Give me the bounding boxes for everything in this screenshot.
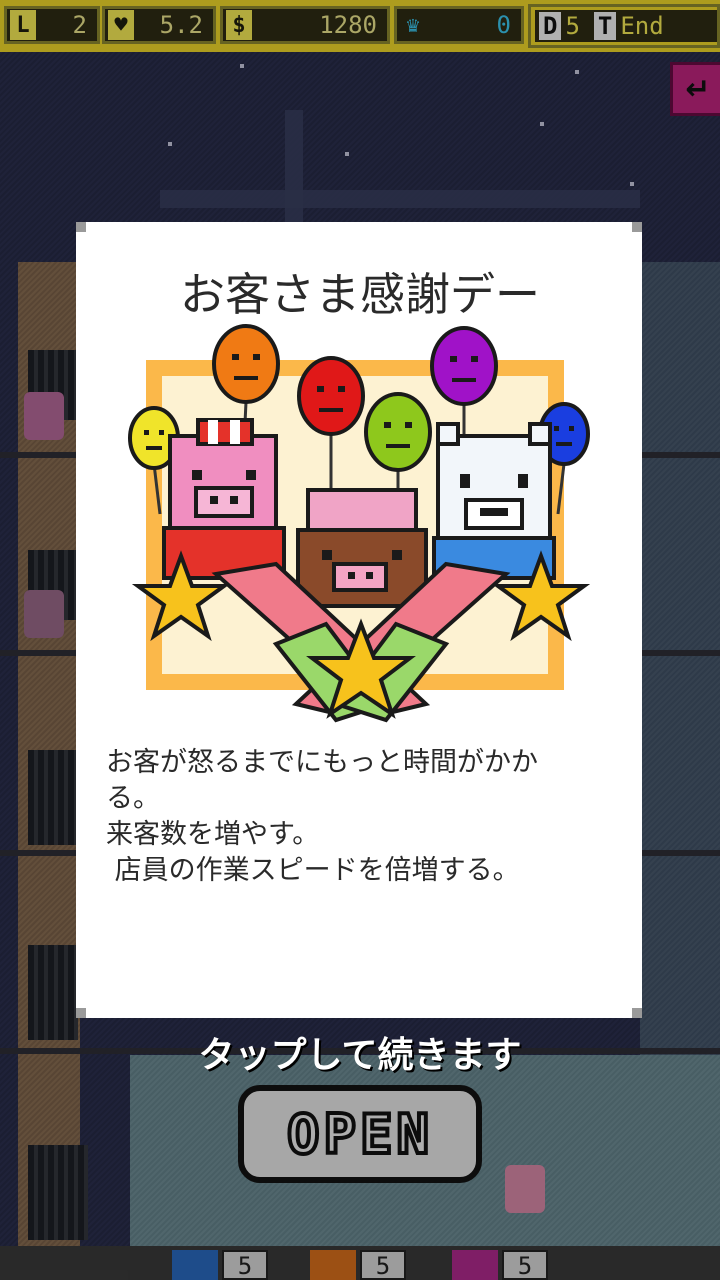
- customer-appreciation-illustration: [128, 324, 591, 723]
- description-line: 来客数を増やす。: [106, 819, 320, 850]
- modal-corner: [76, 1008, 86, 1018]
- white-bear-character: [432, 422, 556, 580]
- description-line: る。: [106, 783, 160, 814]
- description-line: 店員の作業スピードを倍増する。: [106, 855, 520, 886]
- purple-balloon-icon: [430, 326, 498, 406]
- description-line: お客が怒るまでにもっと時間がかか: [106, 747, 538, 778]
- red-balloon-icon: [297, 356, 365, 436]
- modal-corner: [632, 222, 642, 232]
- modal-description: お客が怒るまでにもっと時間がかか る。 来客数を増やす。 店員の作業スピードを倍…: [106, 745, 612, 889]
- orange-balloon-icon: [212, 324, 280, 404]
- brown-pig-character: [296, 488, 428, 608]
- modal-title: お客さま感謝デー: [179, 268, 540, 321]
- tap-to-continue-text[interactable]: タップして続きます: [0, 1026, 720, 1078]
- green-balloon-icon: [364, 392, 432, 472]
- modal-corner: [632, 1008, 642, 1018]
- modal-corner: [76, 222, 86, 232]
